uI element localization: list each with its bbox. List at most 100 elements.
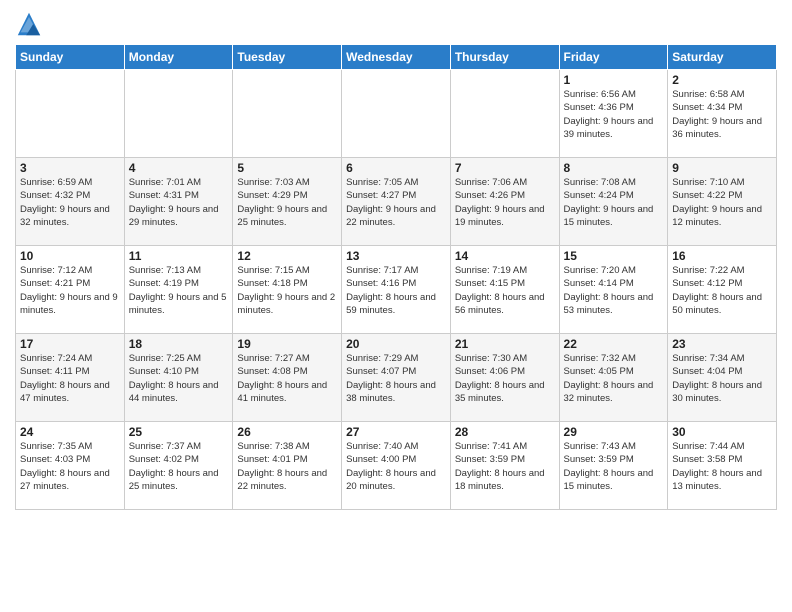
day-number: 20: [346, 337, 446, 351]
day-info: Sunrise: 7:40 AM Sunset: 4:00 PM Dayligh…: [346, 440, 446, 493]
calendar-cell: 9Sunrise: 7:10 AM Sunset: 4:22 PM Daylig…: [668, 158, 777, 246]
calendar-cell: 20Sunrise: 7:29 AM Sunset: 4:07 PM Dayli…: [342, 334, 451, 422]
calendar-header-wednesday: Wednesday: [342, 45, 451, 70]
day-number: 10: [20, 249, 120, 263]
day-info: Sunrise: 7:43 AM Sunset: 3:59 PM Dayligh…: [564, 440, 664, 493]
day-number: 17: [20, 337, 120, 351]
calendar-cell: 19Sunrise: 7:27 AM Sunset: 4:08 PM Dayli…: [233, 334, 342, 422]
day-info: Sunrise: 7:15 AM Sunset: 4:18 PM Dayligh…: [237, 264, 337, 317]
day-info: Sunrise: 7:03 AM Sunset: 4:29 PM Dayligh…: [237, 176, 337, 229]
day-number: 3: [20, 161, 120, 175]
calendar-cell: 30Sunrise: 7:44 AM Sunset: 3:58 PM Dayli…: [668, 422, 777, 510]
day-number: 26: [237, 425, 337, 439]
day-number: 21: [455, 337, 555, 351]
calendar-cell: 27Sunrise: 7:40 AM Sunset: 4:00 PM Dayli…: [342, 422, 451, 510]
calendar-cell: 29Sunrise: 7:43 AM Sunset: 3:59 PM Dayli…: [559, 422, 668, 510]
calendar-header-row: SundayMondayTuesdayWednesdayThursdayFrid…: [16, 45, 777, 70]
day-info: Sunrise: 7:44 AM Sunset: 3:58 PM Dayligh…: [672, 440, 772, 493]
day-number: 23: [672, 337, 772, 351]
day-info: Sunrise: 7:25 AM Sunset: 4:10 PM Dayligh…: [129, 352, 229, 405]
calendar: SundayMondayTuesdayWednesdayThursdayFrid…: [15, 44, 777, 510]
calendar-cell: 2Sunrise: 6:58 AM Sunset: 4:34 PM Daylig…: [668, 70, 777, 158]
day-number: 18: [129, 337, 229, 351]
calendar-cell: 25Sunrise: 7:37 AM Sunset: 4:02 PM Dayli…: [124, 422, 233, 510]
day-number: 19: [237, 337, 337, 351]
day-info: Sunrise: 7:41 AM Sunset: 3:59 PM Dayligh…: [455, 440, 555, 493]
calendar-cell: 3Sunrise: 6:59 AM Sunset: 4:32 PM Daylig…: [16, 158, 125, 246]
calendar-week-4: 17Sunrise: 7:24 AM Sunset: 4:11 PM Dayli…: [16, 334, 777, 422]
calendar-cell: 26Sunrise: 7:38 AM Sunset: 4:01 PM Dayli…: [233, 422, 342, 510]
calendar-cell: [16, 70, 125, 158]
calendar-cell: 12Sunrise: 7:15 AM Sunset: 4:18 PM Dayli…: [233, 246, 342, 334]
day-info: Sunrise: 7:13 AM Sunset: 4:19 PM Dayligh…: [129, 264, 229, 317]
day-info: Sunrise: 7:22 AM Sunset: 4:12 PM Dayligh…: [672, 264, 772, 317]
day-number: 12: [237, 249, 337, 263]
day-number: 4: [129, 161, 229, 175]
day-number: 25: [129, 425, 229, 439]
day-info: Sunrise: 7:17 AM Sunset: 4:16 PM Dayligh…: [346, 264, 446, 317]
day-info: Sunrise: 7:20 AM Sunset: 4:14 PM Dayligh…: [564, 264, 664, 317]
day-info: Sunrise: 7:34 AM Sunset: 4:04 PM Dayligh…: [672, 352, 772, 405]
calendar-header-thursday: Thursday: [450, 45, 559, 70]
calendar-header-monday: Monday: [124, 45, 233, 70]
calendar-header-friday: Friday: [559, 45, 668, 70]
calendar-cell: 4Sunrise: 7:01 AM Sunset: 4:31 PM Daylig…: [124, 158, 233, 246]
calendar-cell: 13Sunrise: 7:17 AM Sunset: 4:16 PM Dayli…: [342, 246, 451, 334]
day-info: Sunrise: 7:27 AM Sunset: 4:08 PM Dayligh…: [237, 352, 337, 405]
day-number: 13: [346, 249, 446, 263]
calendar-cell: 22Sunrise: 7:32 AM Sunset: 4:05 PM Dayli…: [559, 334, 668, 422]
calendar-cell: 23Sunrise: 7:34 AM Sunset: 4:04 PM Dayli…: [668, 334, 777, 422]
calendar-cell: [342, 70, 451, 158]
calendar-cell: 10Sunrise: 7:12 AM Sunset: 4:21 PM Dayli…: [16, 246, 125, 334]
calendar-header-tuesday: Tuesday: [233, 45, 342, 70]
calendar-cell: 5Sunrise: 7:03 AM Sunset: 4:29 PM Daylig…: [233, 158, 342, 246]
day-info: Sunrise: 7:12 AM Sunset: 4:21 PM Dayligh…: [20, 264, 120, 317]
day-number: 29: [564, 425, 664, 439]
day-info: Sunrise: 7:08 AM Sunset: 4:24 PM Dayligh…: [564, 176, 664, 229]
day-number: 9: [672, 161, 772, 175]
page: SundayMondayTuesdayWednesdayThursdayFrid…: [0, 0, 792, 612]
day-info: Sunrise: 7:30 AM Sunset: 4:06 PM Dayligh…: [455, 352, 555, 405]
day-info: Sunrise: 6:58 AM Sunset: 4:34 PM Dayligh…: [672, 88, 772, 141]
calendar-cell: 16Sunrise: 7:22 AM Sunset: 4:12 PM Dayli…: [668, 246, 777, 334]
day-number: 14: [455, 249, 555, 263]
day-info: Sunrise: 7:35 AM Sunset: 4:03 PM Dayligh…: [20, 440, 120, 493]
day-info: Sunrise: 7:32 AM Sunset: 4:05 PM Dayligh…: [564, 352, 664, 405]
day-number: 11: [129, 249, 229, 263]
logo: [15, 10, 47, 38]
calendar-week-3: 10Sunrise: 7:12 AM Sunset: 4:21 PM Dayli…: [16, 246, 777, 334]
calendar-week-2: 3Sunrise: 6:59 AM Sunset: 4:32 PM Daylig…: [16, 158, 777, 246]
day-number: 22: [564, 337, 664, 351]
calendar-cell: 8Sunrise: 7:08 AM Sunset: 4:24 PM Daylig…: [559, 158, 668, 246]
calendar-cell: [450, 70, 559, 158]
calendar-cell: 1Sunrise: 6:56 AM Sunset: 4:36 PM Daylig…: [559, 70, 668, 158]
calendar-cell: 14Sunrise: 7:19 AM Sunset: 4:15 PM Dayli…: [450, 246, 559, 334]
day-info: Sunrise: 7:19 AM Sunset: 4:15 PM Dayligh…: [455, 264, 555, 317]
day-info: Sunrise: 7:29 AM Sunset: 4:07 PM Dayligh…: [346, 352, 446, 405]
day-number: 27: [346, 425, 446, 439]
day-number: 15: [564, 249, 664, 263]
calendar-cell: 21Sunrise: 7:30 AM Sunset: 4:06 PM Dayli…: [450, 334, 559, 422]
header: [15, 10, 777, 38]
day-number: 6: [346, 161, 446, 175]
day-number: 16: [672, 249, 772, 263]
calendar-week-1: 1Sunrise: 6:56 AM Sunset: 4:36 PM Daylig…: [16, 70, 777, 158]
calendar-cell: 7Sunrise: 7:06 AM Sunset: 4:26 PM Daylig…: [450, 158, 559, 246]
day-number: 28: [455, 425, 555, 439]
calendar-cell: 18Sunrise: 7:25 AM Sunset: 4:10 PM Dayli…: [124, 334, 233, 422]
day-info: Sunrise: 7:38 AM Sunset: 4:01 PM Dayligh…: [237, 440, 337, 493]
day-info: Sunrise: 7:01 AM Sunset: 4:31 PM Dayligh…: [129, 176, 229, 229]
day-number: 8: [564, 161, 664, 175]
day-info: Sunrise: 7:06 AM Sunset: 4:26 PM Dayligh…: [455, 176, 555, 229]
day-info: Sunrise: 7:05 AM Sunset: 4:27 PM Dayligh…: [346, 176, 446, 229]
day-info: Sunrise: 6:59 AM Sunset: 4:32 PM Dayligh…: [20, 176, 120, 229]
calendar-cell: 17Sunrise: 7:24 AM Sunset: 4:11 PM Dayli…: [16, 334, 125, 422]
calendar-cell: 24Sunrise: 7:35 AM Sunset: 4:03 PM Dayli…: [16, 422, 125, 510]
day-number: 7: [455, 161, 555, 175]
calendar-cell: 11Sunrise: 7:13 AM Sunset: 4:19 PM Dayli…: [124, 246, 233, 334]
day-number: 5: [237, 161, 337, 175]
day-info: Sunrise: 7:10 AM Sunset: 4:22 PM Dayligh…: [672, 176, 772, 229]
logo-icon: [15, 10, 43, 38]
day-number: 30: [672, 425, 772, 439]
calendar-cell: 6Sunrise: 7:05 AM Sunset: 4:27 PM Daylig…: [342, 158, 451, 246]
